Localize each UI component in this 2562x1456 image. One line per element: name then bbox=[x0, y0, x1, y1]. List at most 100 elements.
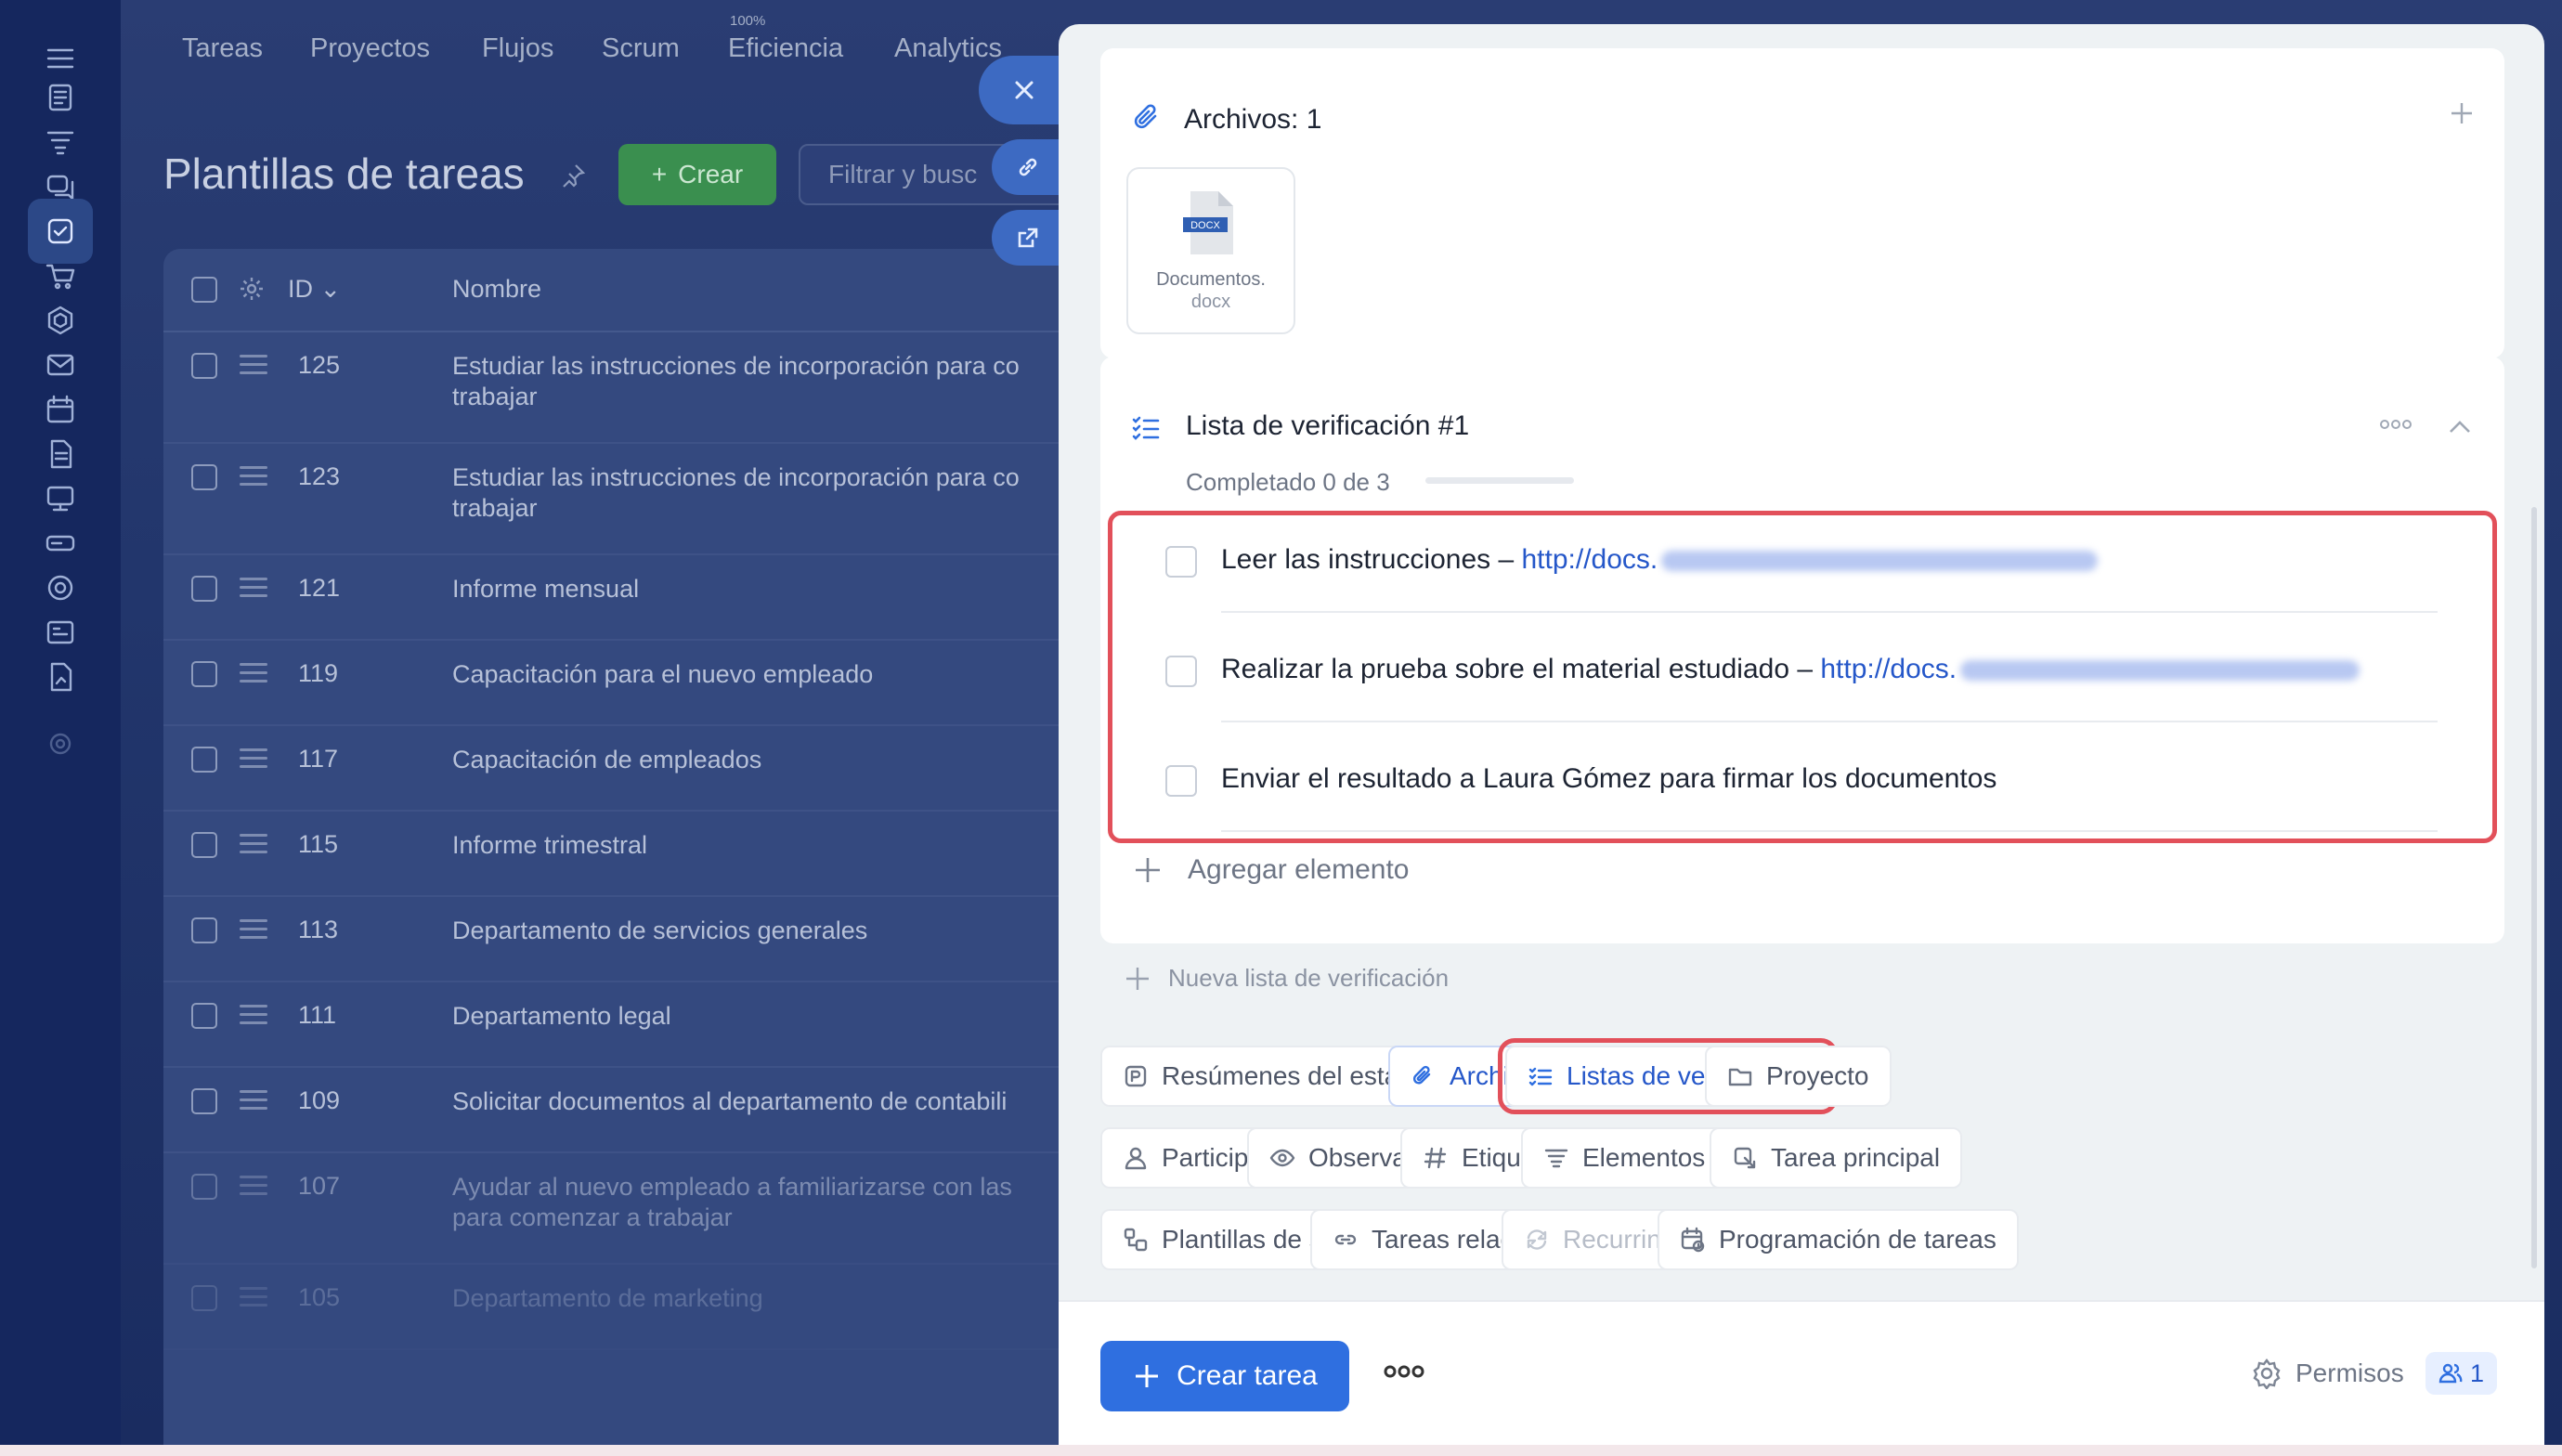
table-row[interactable]: 109 Solicitar documentos al departamento … bbox=[163, 1068, 1185, 1153]
checklist-item-checkbox[interactable] bbox=[1165, 546, 1197, 578]
checklist-item-checkbox[interactable] bbox=[1165, 656, 1197, 687]
table-row[interactable]: 121 Informe mensual bbox=[163, 555, 1185, 641]
table-row[interactable]: 125 Estudiar las instrucciones de incorpo… bbox=[163, 332, 1185, 444]
drag-handle-icon[interactable] bbox=[240, 355, 267, 380]
pin-icon[interactable] bbox=[559, 162, 587, 194]
checklist-item[interactable]: Realizar la prueba sobre el material est… bbox=[1128, 613, 2475, 722]
new-checklist-button[interactable]: Nueva lista de verificación bbox=[1124, 964, 1449, 993]
row-checkbox[interactable] bbox=[191, 353, 217, 379]
row-id: 113 bbox=[298, 916, 339, 943]
row-checkbox[interactable] bbox=[191, 832, 217, 858]
nav-analytics[interactable]: Analytics bbox=[894, 33, 1002, 64]
row-checkbox[interactable] bbox=[191, 917, 217, 943]
table-row[interactable]: 119 Capacitación para el nuevo empleado bbox=[163, 641, 1185, 726]
row-id: 105 bbox=[298, 1283, 341, 1311]
table-row[interactable]: 105 Departamento de marketing bbox=[163, 1265, 1185, 1350]
row-checkbox[interactable] bbox=[191, 747, 217, 773]
file-name: Documentos. docx bbox=[1156, 269, 1266, 312]
drag-handle-icon[interactable] bbox=[240, 834, 267, 859]
column-id[interactable]: ID ⌄ bbox=[288, 275, 341, 304]
row-checkbox[interactable] bbox=[191, 1003, 217, 1029]
settings-icon[interactable] bbox=[28, 711, 93, 776]
checklist-item[interactable]: Enviar el resultado a Laura Gómez para f… bbox=[1128, 722, 2475, 832]
folder-icon bbox=[1728, 1068, 1752, 1086]
drag-handle-icon[interactable] bbox=[240, 578, 267, 603]
table-row[interactable]: 107 Ayudar al nuevo empleado a familiariz… bbox=[163, 1153, 1185, 1265]
checklist-item[interactable]: Leer las instrucciones – http://docs. bbox=[1128, 503, 2475, 613]
nav-eficiencia[interactable]: Eficiencia bbox=[728, 33, 843, 64]
drag-handle-icon[interactable] bbox=[240, 1287, 267, 1312]
plus-icon: + bbox=[651, 160, 668, 188]
checklist-progress-bar bbox=[1425, 477, 1574, 484]
drag-handle-icon[interactable] bbox=[240, 466, 267, 491]
nav-scrum[interactable]: Scrum bbox=[602, 33, 680, 64]
row-id: 119 bbox=[298, 659, 339, 687]
blurred-link-text bbox=[1960, 660, 2360, 682]
checklist-item-link[interactable]: http://docs. bbox=[1522, 544, 1658, 575]
drag-handle-icon[interactable] bbox=[240, 919, 267, 944]
row-checkbox[interactable] bbox=[191, 661, 217, 687]
table-row[interactable]: 111 Departamento legal bbox=[163, 982, 1185, 1068]
add-file-plus-icon[interactable] bbox=[2447, 98, 2477, 133]
subtasks-icon bbox=[1124, 1228, 1148, 1252]
create-task-button[interactable]: Crear tarea bbox=[1100, 1341, 1349, 1411]
nav-flujos[interactable]: Flujos bbox=[482, 33, 553, 64]
drag-handle-icon[interactable] bbox=[240, 1090, 267, 1115]
gear-icon[interactable] bbox=[238, 275, 266, 307]
row-checkbox[interactable] bbox=[191, 464, 217, 490]
blurred-link-text bbox=[1661, 551, 2099, 572]
plus-icon bbox=[1136, 858, 1160, 882]
add-checklist-item-button[interactable]: Agregar elemento bbox=[1132, 854, 1409, 886]
checklist-icon bbox=[1528, 1067, 1553, 1086]
chip-parent-task[interactable]: Tarea principal bbox=[1710, 1127, 1963, 1189]
chevron-up-icon[interactable] bbox=[2445, 412, 2475, 447]
row-checkbox[interactable] bbox=[191, 1088, 217, 1114]
chip-task-scheduling[interactable]: Programación de tareas bbox=[1658, 1209, 2019, 1270]
bottom-strip bbox=[0, 1445, 2562, 1456]
row-checkbox[interactable] bbox=[191, 1285, 217, 1311]
more-dots-icon[interactable] bbox=[2380, 418, 2412, 436]
create-button[interactable]: + Crear bbox=[618, 144, 776, 205]
select-all-checkbox[interactable] bbox=[191, 277, 217, 303]
more-dots-icon[interactable] bbox=[1384, 1363, 1424, 1384]
efficiency-badge: 100% bbox=[730, 13, 766, 29]
nav-proyectos[interactable]: Proyectos bbox=[310, 33, 430, 64]
row-checkbox[interactable] bbox=[191, 1174, 217, 1200]
checklist-item-checkbox[interactable] bbox=[1165, 765, 1197, 797]
link-icon bbox=[1019, 158, 1037, 176]
nav-tareas[interactable]: Tareas bbox=[182, 33, 263, 64]
drag-handle-icon[interactable] bbox=[240, 663, 267, 688]
slider-footer: Crear tarea Permisos 1 bbox=[1059, 1300, 2544, 1456]
participants-count-badge[interactable]: 1 bbox=[2425, 1352, 2498, 1395]
file-tile-docx[interactable]: DOCX Documentos. docx bbox=[1126, 167, 1295, 334]
svg-text:DOCX: DOCX bbox=[1190, 220, 1220, 231]
table-row[interactable]: 115 Informe trimestral bbox=[163, 812, 1185, 897]
files-title: Archivos: 1 bbox=[1184, 104, 1322, 135]
divider bbox=[1221, 830, 2438, 832]
row-checkbox[interactable] bbox=[191, 576, 217, 602]
row-id: 125 bbox=[298, 351, 341, 379]
drag-handle-icon[interactable] bbox=[240, 1176, 267, 1201]
row-id: 109 bbox=[298, 1086, 341, 1114]
link-icon bbox=[1334, 1234, 1357, 1245]
checklist-item-text: Leer las instrucciones – http://docs. bbox=[1221, 544, 2099, 576]
table-row[interactable]: 117 Capacitación de empleados bbox=[163, 726, 1185, 812]
chip-project[interactable]: Proyecto bbox=[1705, 1046, 1892, 1107]
scrollbar[interactable] bbox=[2531, 507, 2537, 1268]
checklist-icon bbox=[1130, 412, 1162, 448]
table-row[interactable]: 113 Departamento de servicios generales bbox=[163, 897, 1185, 982]
checklist-item-link[interactable]: http://docs. bbox=[1820, 654, 1957, 684]
checklist-card: Lista de verificación #1 Completado 0 de… bbox=[1100, 357, 2504, 943]
permissions-button[interactable]: Permisos bbox=[2251, 1358, 2404, 1389]
drag-handle-icon[interactable] bbox=[240, 748, 267, 774]
close-icon bbox=[1015, 81, 1034, 99]
user-icon bbox=[1125, 1147, 1147, 1170]
row-id: 123 bbox=[298, 462, 341, 490]
drag-handle-icon[interactable] bbox=[240, 1005, 267, 1030]
plus-icon bbox=[1136, 1365, 1159, 1387]
parent-task-icon bbox=[1734, 1147, 1756, 1169]
calendar-clock-icon bbox=[1681, 1227, 1705, 1253]
column-name[interactable]: Nombre bbox=[452, 275, 541, 304]
reports-icon[interactable] bbox=[28, 644, 93, 709]
table-row[interactable]: 123 Estudiar las instrucciones de incorpo… bbox=[163, 444, 1185, 555]
